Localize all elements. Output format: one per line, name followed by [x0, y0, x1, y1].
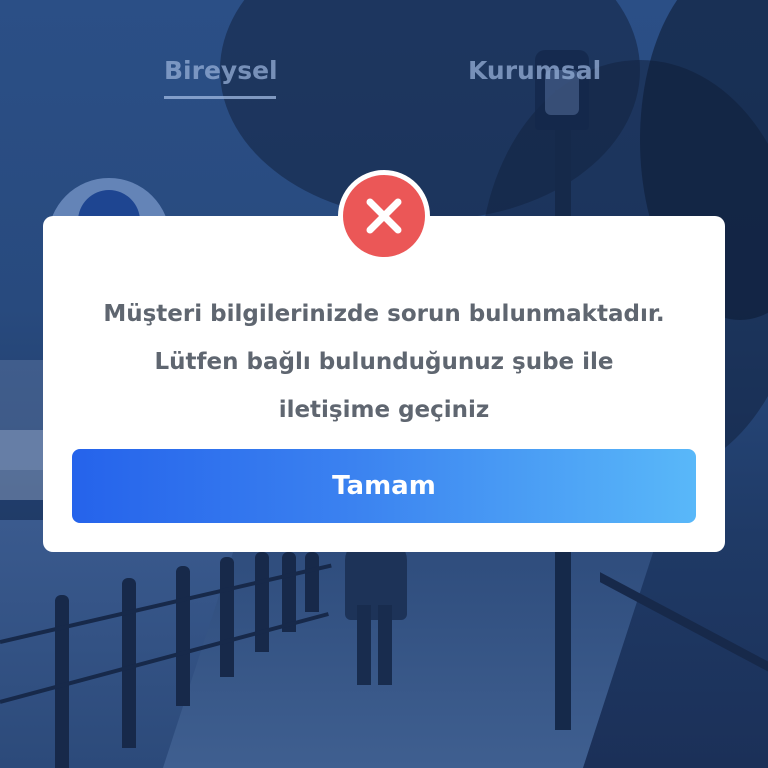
close-x-icon — [366, 198, 402, 234]
active-tab-indicator — [164, 96, 276, 99]
account-type-tabs: Bireysel Kurumsal — [0, 56, 768, 106]
error-message: Müşteri bilgilerinizde sorun bulunmaktad… — [103, 301, 665, 423]
tab-individual[interactable]: Bireysel — [164, 56, 278, 85]
error-icon-badge — [343, 175, 425, 257]
app-screen: Bireysel Kurumsal Müşteri bilgilerinizde… — [0, 0, 768, 768]
ok-button[interactable]: Tamam — [72, 449, 696, 523]
error-dialog: Müşteri bilgilerinizde sorun bulunmaktad… — [43, 216, 725, 552]
tab-corporate[interactable]: Kurumsal — [468, 56, 601, 85]
